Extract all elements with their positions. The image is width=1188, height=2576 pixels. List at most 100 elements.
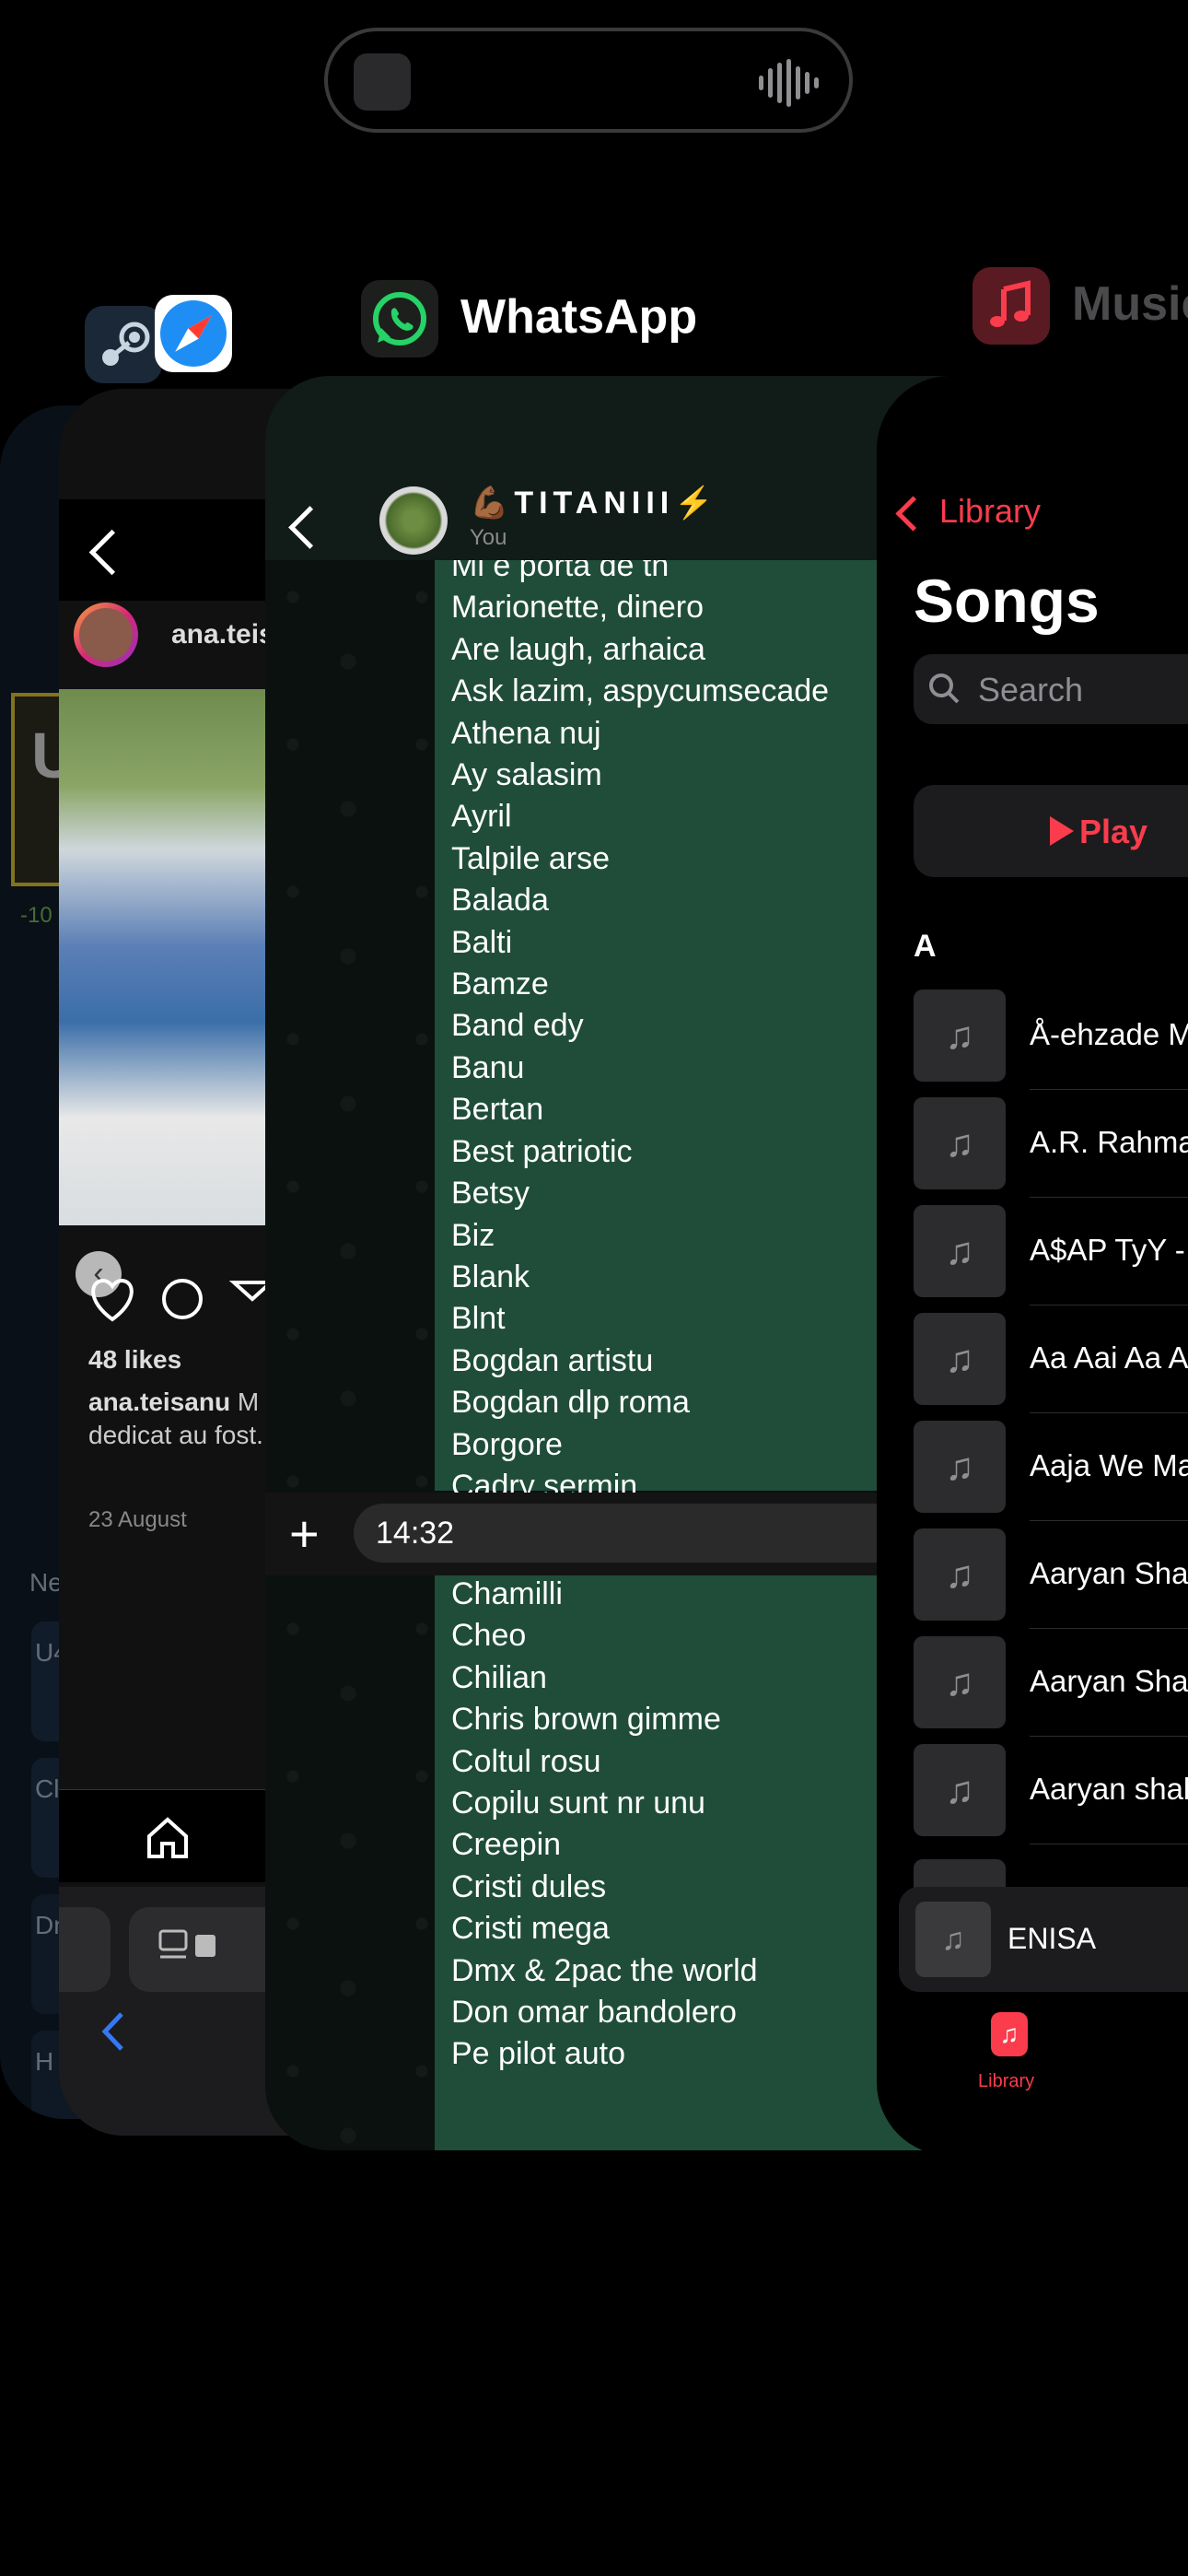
now-playing-artwork <box>354 53 411 111</box>
message-line: Best patriotic <box>451 1133 633 1169</box>
music-note-icon: ♫ <box>914 1636 1006 1728</box>
play-button[interactable]: Play <box>914 785 1188 877</box>
now-playing-title: ENISA <box>1007 1922 1097 1955</box>
post-likes[interactable]: 48 likes <box>88 1345 181 1375</box>
song-title: A$AP TyY - <box>1030 1233 1185 1267</box>
music-note-icon: ♫ <box>914 1205 1006 1297</box>
instagram-avatar[interactable] <box>74 603 138 667</box>
row-divider <box>1030 1520 1188 1521</box>
message-line: Bamze <box>451 966 549 1002</box>
message-line: Copilu sunt nr unu <box>451 1786 705 1821</box>
song-row[interactable]: ♫ A.R. Rahma <box>914 1097 1188 1205</box>
message-line: Athena nuj <box>451 715 601 751</box>
library-tab-label[interactable]: Library <box>978 2071 1034 2092</box>
back-chevron-icon[interactable] <box>88 529 135 576</box>
message-line: Cheo <box>451 1618 527 1654</box>
chat-header: 💪🏾TITANIII⚡ You <box>265 376 947 560</box>
song-row[interactable]: ♫ Aaryan Sha <box>914 1528 1188 1636</box>
message-line: Blank <box>451 1259 530 1294</box>
music-note-icon: ♫ <box>914 1097 1006 1189</box>
message-composer: + 14:32 <box>265 1493 947 1575</box>
music-note-icon: ♫ <box>914 1528 1006 1621</box>
dynamic-island[interactable] <box>324 28 853 133</box>
message-line: Don omar bandolero <box>451 1995 737 2031</box>
home-icon[interactable] <box>140 1810 195 1866</box>
message-line: Cristi mega <box>451 1911 610 1947</box>
music-app-label: Music <box>1072 277 1188 331</box>
row-divider <box>1030 1736 1188 1737</box>
song-row[interactable]: ♫ Aa Aai Aa A <box>914 1313 1188 1421</box>
message-line: Creepin <box>451 1827 562 1863</box>
search-field[interactable]: Search <box>914 654 1188 724</box>
message-line: Chamilli <box>451 1576 563 1611</box>
message-line: Betsy <box>451 1176 530 1212</box>
chat-avatar[interactable] <box>379 486 448 555</box>
song-row[interactable]: ♫ Aaryan shal <box>914 1744 1188 1852</box>
music-app-icon[interactable] <box>973 267 1050 345</box>
message-line: Ask lazim, aspycumsecade <box>451 673 830 709</box>
row-divider <box>1030 1197 1188 1198</box>
message-line: Cristi dules <box>451 1868 607 1904</box>
mini-player[interactable]: ♫ ENISA <box>899 1887 1188 1992</box>
chat-name[interactable]: 💪🏾TITANIII⚡ <box>470 485 719 521</box>
comment-icon <box>162 1279 203 1319</box>
post-date: 23 August <box>88 1507 187 1532</box>
music-app-card[interactable]: Library Songs Search Play A ♫ Å-ehzade M ♫… <box>877 376 1188 2156</box>
instagram-username[interactable]: ana.teis <box>171 619 274 650</box>
section-header: A <box>914 929 937 964</box>
message-line: Bogdan dlp roma <box>451 1385 690 1421</box>
message-line: Balada <box>451 883 549 919</box>
music-note-icon: ♫ <box>915 1902 991 1977</box>
search-placeholder: Search <box>978 671 1084 708</box>
music-note-icon: ♫ <box>914 1744 1006 1836</box>
message-line: Bogdan artistu <box>451 1342 654 1378</box>
music-note-icon: ♫ <box>914 1313 1006 1405</box>
back-chevron-icon[interactable] <box>288 506 332 549</box>
music-note-icon: ♫ <box>914 989 1006 1082</box>
song-title: A.R. Rahma <box>1030 1125 1188 1159</box>
steam-app-icon[interactable] <box>85 306 162 383</box>
safari-tab-pill[interactable] <box>59 1907 111 1992</box>
message-line: Are laugh, arhaica <box>451 631 705 667</box>
message-input[interactable]: 14:32 <box>354 1504 947 1563</box>
message-list-bottom: Chamilli Cheo Chilian Chris brown gimme Colt… <box>451 1574 758 2076</box>
play-icon <box>1050 816 1074 846</box>
song-title: Aaja We Ma <box>1030 1448 1188 1482</box>
page-title: Songs <box>914 567 1100 635</box>
message-line: Band edy <box>451 1008 584 1044</box>
song-row[interactable]: ♫ Aaryan Sha <box>914 1636 1188 1744</box>
row-divider <box>1030 1305 1188 1306</box>
message-line: Balti <box>451 924 513 960</box>
message-line: Blnt <box>451 1301 506 1337</box>
whatsapp-app-icon[interactable] <box>361 280 438 357</box>
row-divider <box>1030 1628 1188 1629</box>
library-back-link[interactable]: Library <box>939 492 1041 531</box>
tab-overview-icon <box>158 1929 215 1959</box>
safari-app-icon[interactable] <box>155 295 232 372</box>
music-note-icon: ♫ <box>914 1421 1006 1513</box>
row-divider <box>1030 1412 1188 1413</box>
song-row[interactable]: ♫ A$AP TyY - <box>914 1205 1188 1313</box>
song-row[interactable]: ♫ Aaja We Ma <box>914 1421 1188 1528</box>
audio-waveform-icon <box>759 59 819 107</box>
library-tab-icon[interactable]: ♫ <box>991 2012 1028 2056</box>
like-heart-icon <box>91 1278 134 1322</box>
song-row[interactable]: ♫ Å-ehzade M <box>914 989 1188 1097</box>
song-title: Aaryan shal <box>1030 1772 1188 1806</box>
song-title: Aa Aai Aa A <box>1030 1341 1188 1375</box>
message-line: Bertan <box>451 1092 544 1128</box>
message-line: Ayril <box>451 799 512 835</box>
message-line: Chris brown gimme <box>451 1702 721 1738</box>
message-line: Ay salasim <box>451 757 602 793</box>
back-chevron-icon[interactable] <box>99 2008 127 2055</box>
whatsapp-app-label: WhatsApp <box>460 290 698 344</box>
row-divider <box>1030 1089 1188 1090</box>
message-line: Borgore <box>451 1426 563 1462</box>
whatsapp-app-card[interactable]: Mi e porta de tn Marionette, dinero Are la… <box>265 376 947 2150</box>
plus-icon[interactable]: + <box>289 1508 320 1560</box>
message-line: Chilian <box>451 1659 547 1695</box>
song-title: Å-ehzade M <box>1030 1017 1188 1051</box>
message-line: Banu <box>451 1049 525 1085</box>
message-list-top: Mi e porta de tn Marionette, dinero Are la… <box>451 545 829 1507</box>
back-chevron-icon[interactable] <box>895 496 931 532</box>
